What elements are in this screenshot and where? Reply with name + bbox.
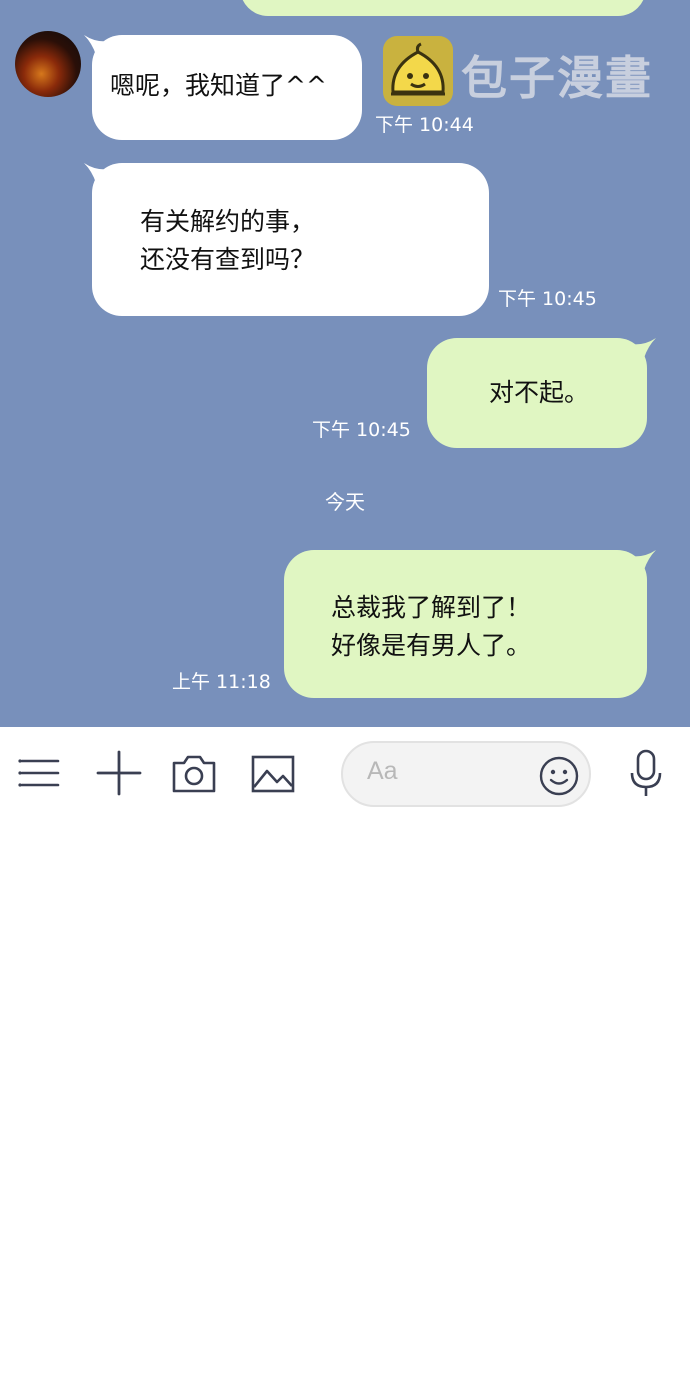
message-bubble-incoming[interactable]: 嗯呢，我知道了^^ bbox=[92, 35, 362, 140]
watermark-text: 包子漫畫 bbox=[461, 51, 653, 105]
message-bubble-outgoing[interactable]: 总裁我了解到了！ 好像是有男人了。 bbox=[284, 550, 647, 698]
previous-message-bubble bbox=[240, 0, 646, 16]
message-text: 对不起。 bbox=[489, 378, 590, 407]
message-text-line: 总裁我了解到了！ bbox=[331, 593, 532, 622]
chat-area: 嗯呢，我知道了^^ 下午 10:44 包子漫畫 有关解约的事， 还没有查到吗？ … bbox=[0, 0, 690, 727]
date-divider: 今天 bbox=[325, 490, 365, 514]
menu-icon[interactable] bbox=[16, 749, 64, 797]
message-time: 下午 10:44 bbox=[375, 114, 474, 136]
input-placeholder: Aa bbox=[367, 757, 398, 785]
contact-avatar[interactable] bbox=[15, 31, 81, 97]
camera-icon[interactable] bbox=[170, 749, 218, 797]
watermark: 包子漫畫 bbox=[383, 36, 663, 106]
message-time: 下午 10:45 bbox=[312, 419, 411, 441]
message-bubble-incoming[interactable]: 有关解约的事， 还没有查到吗？ bbox=[92, 163, 489, 316]
message-text: 嗯呢，我知道了^^ bbox=[110, 71, 327, 100]
message-text-line: 还没有查到吗？ bbox=[140, 245, 316, 274]
microphone-icon[interactable] bbox=[622, 749, 670, 797]
message-text-line: 好像是有男人了。 bbox=[331, 631, 532, 660]
message-time: 下午 10:45 bbox=[498, 288, 597, 310]
message-time: 上午 11:18 bbox=[172, 671, 271, 693]
message-input[interactable]: Aa bbox=[341, 741, 591, 807]
emoji-icon[interactable] bbox=[538, 755, 580, 797]
bun-logo-icon bbox=[383, 36, 453, 106]
message-bubble-outgoing[interactable]: 对不起。 bbox=[427, 338, 647, 448]
plus-icon[interactable] bbox=[95, 749, 143, 797]
image-icon[interactable] bbox=[249, 749, 297, 797]
message-text-line: 有关解约的事， bbox=[140, 207, 316, 236]
